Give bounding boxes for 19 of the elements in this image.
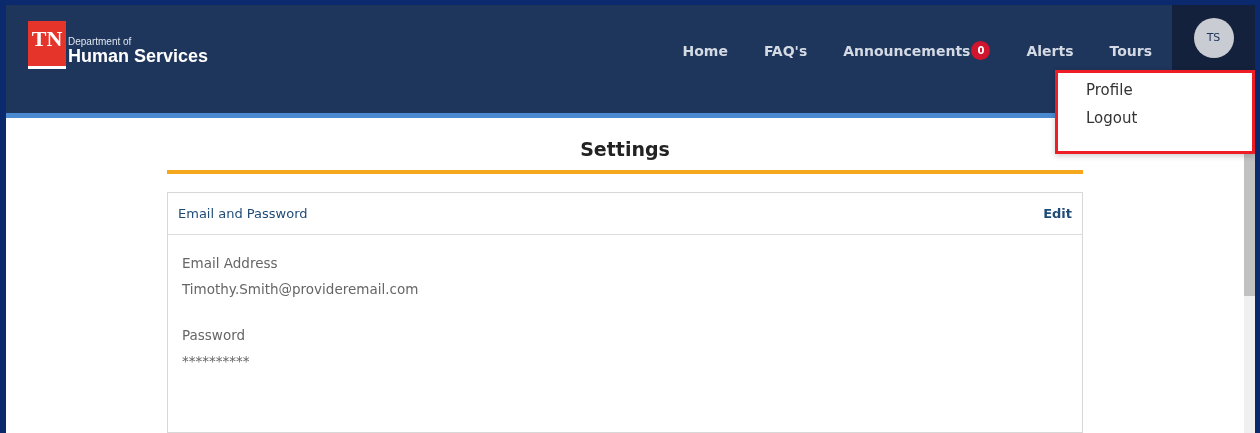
menu-item[interactable]: Profile [1086, 81, 1252, 99]
nav-link[interactable]: Announcements 0 [843, 41, 991, 60]
edit-link[interactable]: Edit [1043, 206, 1072, 221]
logo-subtitle: Department of [68, 36, 133, 47]
field-value: ********** [182, 353, 251, 369]
field-label: Email Address [182, 255, 279, 271]
card-title: Email and Password [178, 206, 308, 221]
field-label: Password [182, 327, 247, 343]
count-badge: 0 [971, 41, 991, 60]
field-value: Timothy.Smith@provideremail.com [182, 281, 420, 297]
logo-mark: TN [28, 21, 66, 69]
menu-item[interactable]: Logout [1086, 109, 1252, 127]
nav-link[interactable]: Tours [1109, 41, 1152, 60]
nav-link[interactable]: Home [682, 41, 728, 60]
nav-link[interactable]: Alerts [1026, 41, 1074, 60]
logo-title: Human Services [68, 46, 209, 66]
avatar: TS [1193, 17, 1234, 58]
user-menu-toggle[interactable]: TS [1172, 5, 1255, 70]
nav-link[interactable]: FAQ's [763, 41, 808, 60]
